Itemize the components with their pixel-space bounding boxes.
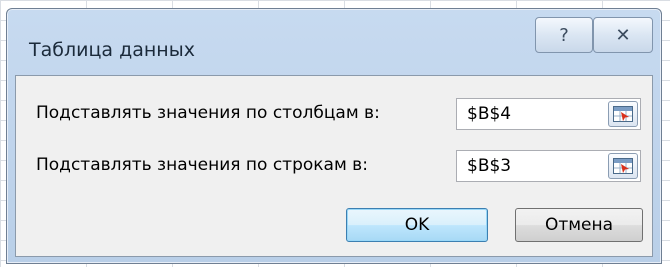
data-table-dialog: Таблица данных ? ✕ Подставлять значения …	[6, 8, 662, 264]
close-icon: ✕	[615, 24, 631, 46]
column-range-select-button[interactable]	[608, 101, 638, 127]
column-input-field[interactable]: $B$4	[456, 98, 641, 130]
help-icon: ?	[559, 24, 569, 46]
dialog-title: Таблица данных	[29, 39, 195, 61]
column-input-value: $B$4	[467, 104, 512, 124]
column-input-row: Подставлять значения по столбцам в: $B$4	[16, 98, 652, 130]
dialog-body: Подставлять значения по столбцам в: $B$4…	[15, 75, 653, 257]
cancel-button[interactable]: Отмена	[515, 208, 643, 242]
row-input-value: $B$3	[467, 156, 512, 176]
close-button[interactable]: ✕	[593, 17, 653, 53]
help-button[interactable]: ?	[535, 17, 593, 53]
ok-button[interactable]: OK	[346, 208, 488, 242]
title-bar: Таблица данных ? ✕	[7, 9, 661, 75]
row-input-field[interactable]: $B$3	[456, 150, 641, 182]
range-select-icon	[613, 106, 633, 122]
column-input-label: Подставлять значения по столбцам в:	[36, 103, 380, 123]
row-input-label: Подставлять значения по строкам в:	[36, 155, 368, 175]
row-input-row: Подставлять значения по строкам в: $B$3	[16, 150, 652, 182]
range-select-icon	[613, 158, 633, 174]
row-range-select-button[interactable]	[608, 153, 638, 179]
